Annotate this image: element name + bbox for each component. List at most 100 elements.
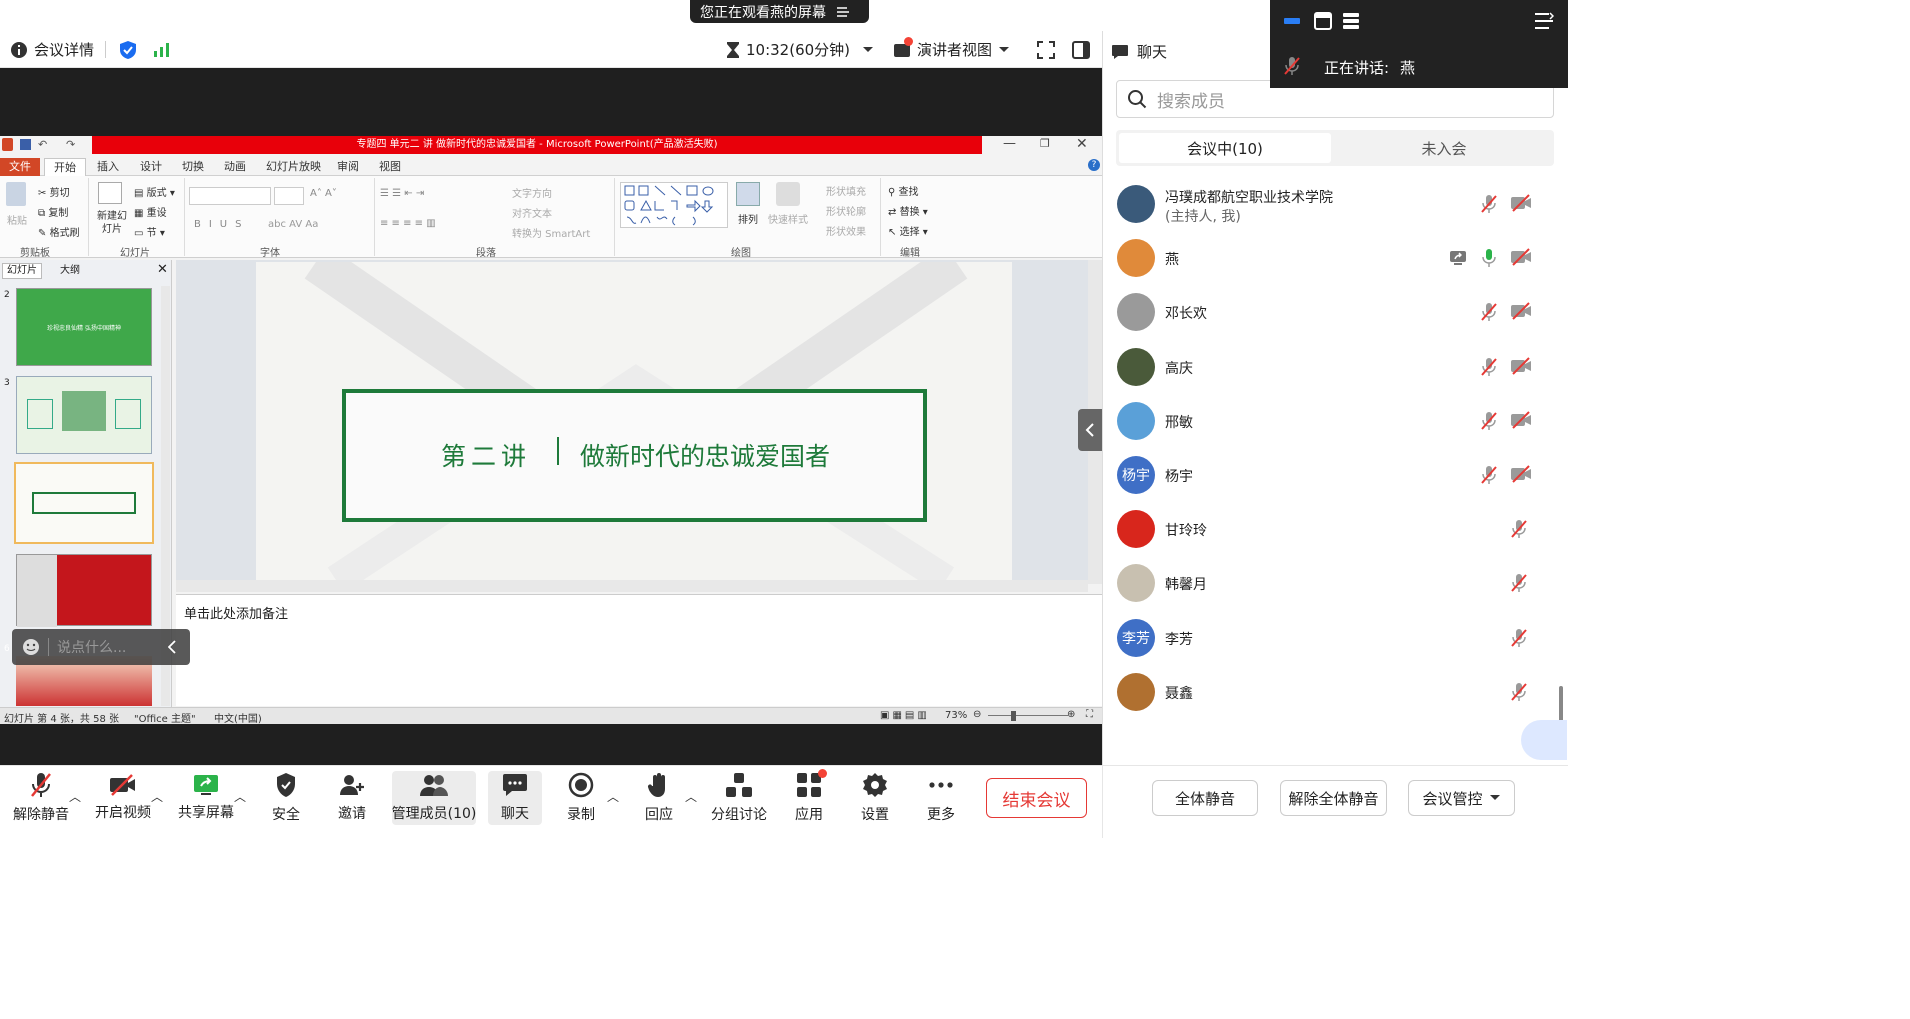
member-row[interactable]: 高庆	[1103, 340, 1569, 394]
mic-muted-icon[interactable]	[1511, 519, 1527, 539]
member-row[interactable]: 聂鑫	[1103, 665, 1569, 719]
tab-transitions[interactable]: 切换	[182, 158, 204, 176]
restore-icon[interactable]: ❐	[1040, 137, 1050, 150]
font-style-buttons[interactable]: BIUS	[194, 219, 249, 230]
screen-share-banner[interactable]: 您正在观看燕的屏幕	[690, 0, 869, 23]
slide-thumbnail-2[interactable]: 珍视忠良仙精 弘扬中国精神	[16, 288, 152, 366]
react-button[interactable]: 回应	[636, 766, 682, 830]
list-buttons[interactable]: ☰ ☰ ⇤ ⇥	[380, 188, 424, 199]
mic-muted-icon[interactable]	[1481, 194, 1497, 214]
member-row[interactable]: 冯璞成都航空职业技术学院 (主持人, 我)	[1103, 177, 1569, 231]
mic-on-icon[interactable]	[1481, 248, 1497, 268]
chevron-up-icon[interactable]: ︿	[151, 788, 163, 805]
mic-muted-icon[interactable]	[1481, 411, 1497, 431]
fullscreen-icon[interactable]	[1037, 31, 1055, 68]
section-button[interactable]: ▭ 节 ▾	[134, 224, 165, 239]
member-row[interactable]: 杨宇 杨宇	[1103, 448, 1569, 502]
presenter-view-button[interactable]: 演讲者视图	[893, 31, 1010, 68]
camera-off-icon[interactable]	[1510, 465, 1532, 483]
settings-button[interactable]: 设置	[852, 766, 898, 830]
replace-button[interactable]: ⇄ 替换 ▾	[888, 203, 928, 218]
slide-thumbnail-4[interactable]	[14, 462, 154, 544]
arrange-icon[interactable]	[736, 182, 760, 206]
security-button[interactable]: 安全	[262, 766, 310, 830]
meeting-details-button[interactable]: 会议详情	[10, 31, 94, 68]
tab-home[interactable]: 开始	[44, 158, 86, 176]
start-video-button[interactable]: 开启视频	[92, 766, 154, 830]
member-row[interactable]: 甘玲玲	[1103, 502, 1569, 556]
tab-insert[interactable]: 插入	[97, 158, 119, 176]
close-icon[interactable]: ✕	[1076, 136, 1088, 152]
tab-not-joined[interactable]: 未入会	[1338, 133, 1550, 163]
cut-button[interactable]: ✂ 剪切	[38, 184, 70, 199]
zoom-slider[interactable]	[988, 715, 1068, 716]
slide-thumbnail-3[interactable]	[16, 376, 152, 454]
end-meeting-button[interactable]: 结束会议	[986, 778, 1087, 818]
minimize-icon[interactable]: —	[1003, 136, 1016, 151]
slides-tab[interactable]: 幻灯片	[2, 263, 42, 279]
tab-design[interactable]: 设计	[140, 158, 162, 176]
unmute-all-button[interactable]: 解除全体静音	[1280, 780, 1387, 816]
help-icon[interactable]: ?	[1088, 159, 1100, 171]
tab-view[interactable]: 视图	[379, 158, 401, 176]
apps-button[interactable]: 应用	[786, 766, 832, 830]
mic-muted-icon[interactable]	[1511, 628, 1527, 648]
meeting-control-button[interactable]: 会议管控	[1408, 780, 1515, 816]
undo-icon[interactable]: ↶	[38, 138, 47, 151]
breakout-button[interactable]: 分组讨论	[708, 766, 770, 830]
minimize-window-icon[interactable]	[1284, 18, 1300, 24]
restore-window-icon[interactable]	[1314, 12, 1332, 30]
find-button[interactable]: ⚲ 查找	[888, 183, 919, 198]
mic-muted-icon[interactable]	[1481, 357, 1497, 377]
encryption-shield-icon[interactable]	[118, 31, 138, 68]
side-panel-toggle-icon[interactable]	[1072, 31, 1090, 68]
format-painter-button[interactable]: ✎ 格式刷	[38, 224, 80, 239]
chevron-up-icon[interactable]: ︿	[685, 788, 697, 805]
quick-styles-button[interactable]: 快速样式	[768, 211, 808, 226]
tab-in-meeting[interactable]: 会议中(10)	[1119, 133, 1331, 163]
camera-off-icon[interactable]	[1510, 302, 1532, 321]
mute-all-button[interactable]: 全体静音	[1152, 780, 1258, 816]
quick-styles-icon[interactable]	[776, 182, 800, 206]
tab-file[interactable]: 文件	[0, 158, 40, 176]
paste-label[interactable]: 粘贴	[7, 212, 27, 227]
mic-muted-icon[interactable]	[1481, 302, 1497, 322]
redo-icon[interactable]: ↷	[66, 138, 75, 151]
unmute-button[interactable]: 解除静音	[10, 766, 72, 830]
shapes-gallery[interactable]	[620, 182, 728, 228]
save-icon[interactable]	[20, 139, 31, 150]
outline-tab[interactable]: 大纲	[48, 263, 92, 279]
chevron-up-icon[interactable]: ︿	[607, 788, 619, 805]
new-slide-icon[interactable]	[98, 182, 122, 204]
expand-list-icon[interactable]	[1534, 12, 1554, 30]
chat-input-placeholder[interactable]: 说点什么...	[57, 637, 168, 657]
notes-pane[interactable]: 单击此处添加备注	[176, 594, 1102, 706]
zoom-level[interactable]: 73%	[945, 710, 967, 721]
tab-animations[interactable]: 动画	[224, 158, 246, 176]
signal-strength-icon[interactable]	[152, 31, 172, 68]
slide-horizontal-scrollbar[interactable]	[176, 580, 1088, 592]
mic-muted-icon[interactable]	[1511, 573, 1527, 593]
member-row[interactable]: 邓长欢	[1103, 285, 1569, 339]
more-button[interactable]: 更多	[918, 766, 964, 830]
meeting-timer[interactable]: 10:32(60分钟)	[726, 31, 874, 68]
floating-chat-input[interactable]: 说点什么...	[12, 629, 190, 665]
member-row[interactable]: 邢敏	[1103, 394, 1569, 448]
record-button[interactable]: 录制	[558, 766, 604, 830]
font-effects-buttons[interactable]: abc AV Aa	[268, 219, 318, 230]
chevron-up-icon[interactable]: ︿	[234, 788, 246, 805]
zoom-in-icon[interactable]: ⊕	[1067, 709, 1075, 720]
paste-icon[interactable]	[6, 182, 26, 206]
fit-slide-icon[interactable]: ⛶	[1086, 709, 1093, 720]
zoom-slider-thumb[interactable]	[1011, 711, 1016, 721]
shape-fill-button[interactable]: 形状填充	[826, 183, 866, 198]
chat-button[interactable]: 聊天	[488, 766, 542, 830]
list-layout-icon[interactable]	[1342, 12, 1360, 30]
new-slide-button[interactable]: 新建幻灯片	[93, 210, 131, 236]
camera-off-icon[interactable]	[1510, 356, 1532, 375]
view-buttons[interactable]: ▣▦▤▥	[880, 710, 930, 721]
chevron-up-icon[interactable]: ︿	[69, 788, 81, 805]
text-direction-button[interactable]: 文字方向	[512, 185, 552, 200]
close-panel-icon[interactable]: ✕	[157, 262, 168, 277]
member-row[interactable]: 韩馨月	[1103, 556, 1569, 610]
